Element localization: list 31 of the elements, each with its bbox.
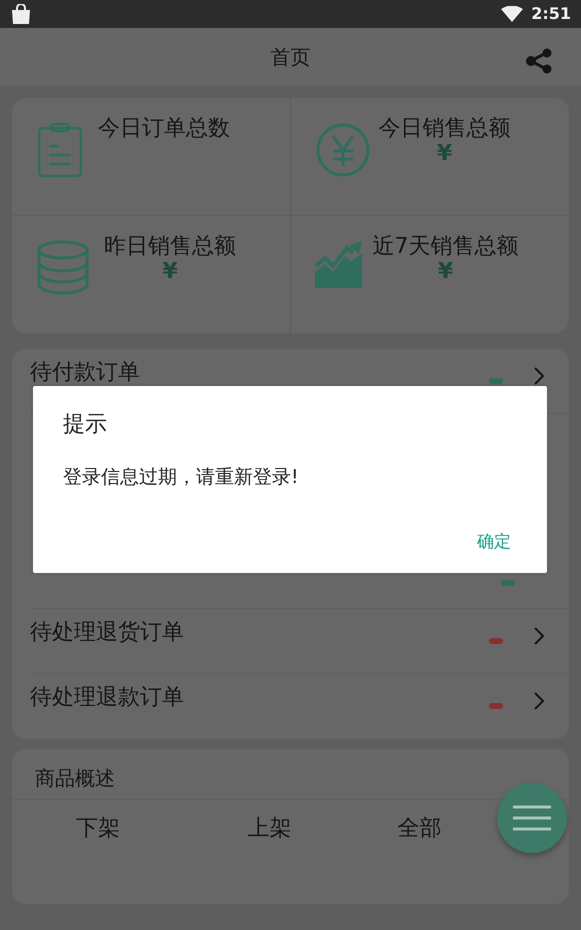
product-tab[interactable]: 上架 — [248, 816, 292, 841]
stat-title: 近7天销售总额 — [372, 233, 518, 261]
chevron-right-icon — [533, 366, 545, 386]
clipboard-icon — [36, 122, 84, 178]
wifi-icon — [501, 6, 524, 22]
product-tab[interactable]: 下架 — [76, 816, 120, 841]
coin-stack-icon — [36, 240, 90, 296]
share-icon[interactable] — [525, 48, 553, 74]
bag-icon — [10, 4, 32, 24]
stat-title: 昨日销售总额 — [104, 233, 236, 261]
stat-value: ¥ — [162, 262, 178, 282]
chevron-right-icon — [533, 626, 545, 646]
order-row[interactable]: 待处理退货订单 — [30, 609, 569, 674]
page-title: 首页 — [270, 44, 310, 70]
order-label: 待处理退款订单 — [30, 684, 185, 712]
yen-coin-icon — [314, 122, 370, 178]
order-row[interactable]: 待处理退款订单 — [30, 674, 569, 739]
trend-chart-icon — [314, 240, 364, 288]
product-tab[interactable]: 全部 — [397, 816, 442, 841]
stat-value: ¥ — [438, 262, 454, 282]
dialog-message: 登录信息过期，请重新登录! — [63, 465, 300, 490]
order-label: 待处理退货订单 — [30, 619, 185, 647]
dialog-title: 提示 — [63, 411, 108, 439]
stat-title: 今日销售总额 — [378, 115, 510, 143]
stat-title: 今日订单总数 — [98, 115, 230, 143]
clock-time: 2:51 — [531, 3, 571, 25]
confirm-button[interactable]: 确定 — [477, 530, 511, 555]
stat-value: ¥ — [436, 144, 452, 164]
chevron-right-icon — [533, 691, 545, 711]
order-label: 待付款订单 — [30, 359, 141, 387]
menu-icon — [513, 805, 551, 831]
